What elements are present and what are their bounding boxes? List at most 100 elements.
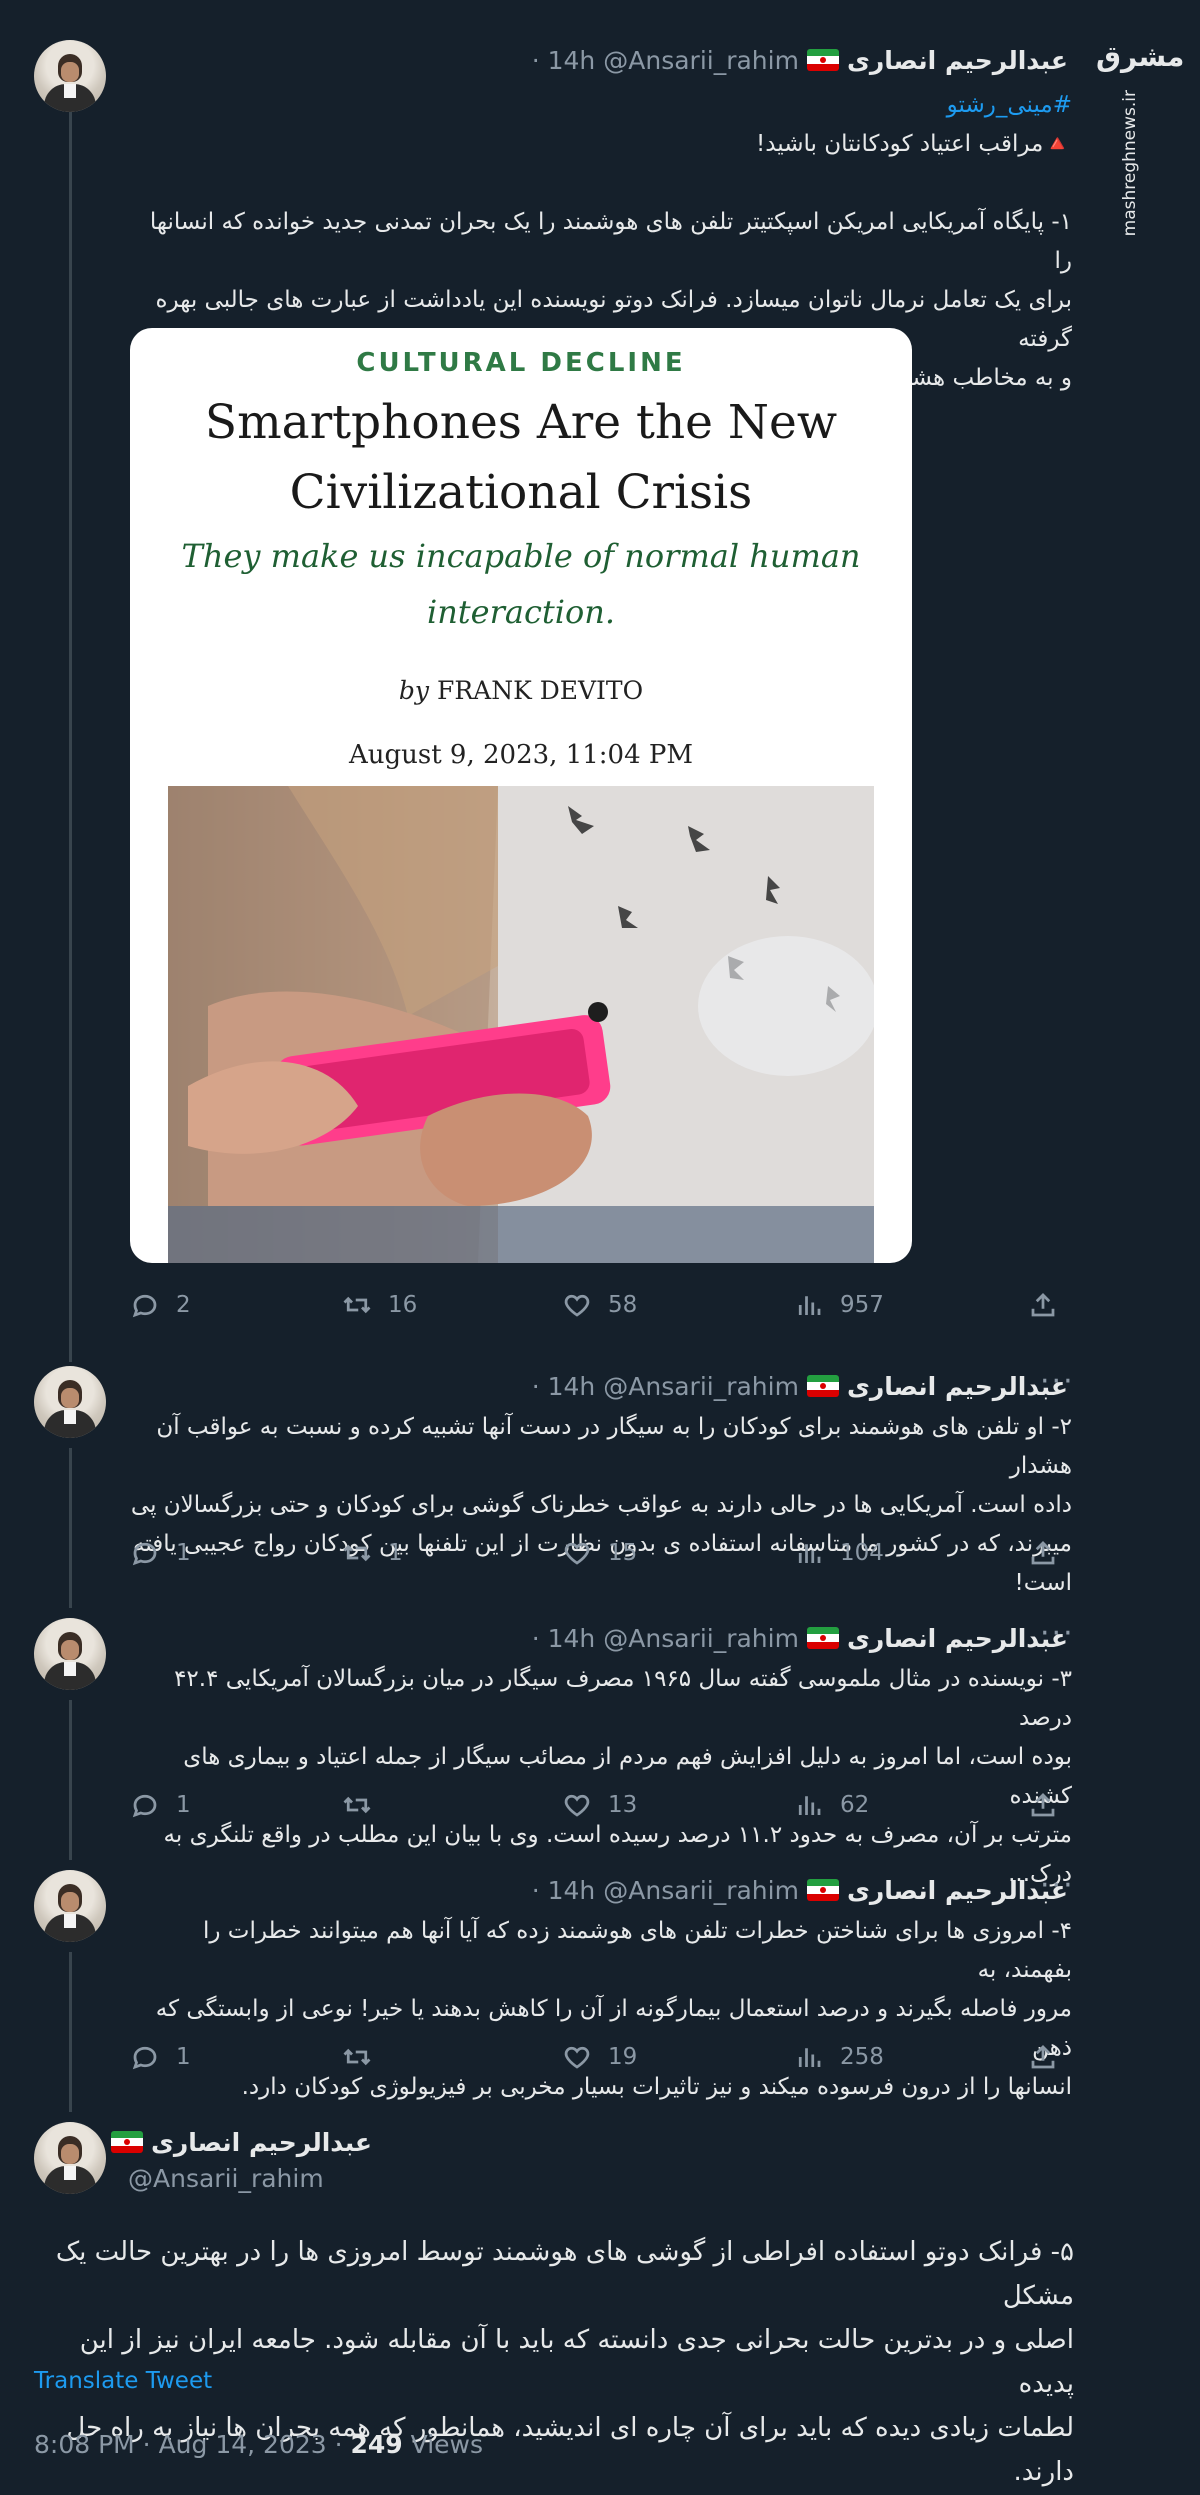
tweet-actions: 1 13 62 <box>130 1790 1070 1830</box>
author-name[interactable]: عبدالرحیم انصاری <box>847 1372 1068 1401</box>
sub-line-1: They make us incapable of normal human <box>181 537 861 575</box>
like-button[interactable]: 19 <box>562 2042 637 2072</box>
views-button[interactable]: 104 <box>794 1538 884 1568</box>
hashtag-link[interactable]: #مینی_رشتو <box>947 92 1072 118</box>
retweet-button[interactable] <box>342 2042 388 2072</box>
article-photo <box>168 786 874 1263</box>
tweet-header: عبدالرحیم انصاری @Ansarii_rahim · 14h <box>532 42 1068 78</box>
share-icon <box>1031 1541 1055 1565</box>
author-handle[interactable]: @Ansarii_rahim <box>603 1876 799 1905</box>
tweet-time[interactable]: · 14h <box>532 46 596 75</box>
share-icon <box>1031 2045 1055 2069</box>
author-handle[interactable]: @Ansarii_rahim <box>128 2164 324 2193</box>
author-name[interactable]: عبدالرحیم انصاری <box>847 1624 1068 1653</box>
views-count: 62 <box>840 1792 870 1818</box>
like-button[interactable]: 58 <box>562 1290 637 1320</box>
views-button[interactable]: 62 <box>794 1790 869 1820</box>
like-icon <box>564 1794 590 1817</box>
views-label: Views <box>402 2430 484 2459</box>
author-name[interactable]: عبدالرحیم انصاری <box>847 46 1068 75</box>
like-count: 58 <box>608 1292 638 1318</box>
like-button[interactable]: 13 <box>562 1790 637 1820</box>
reply-count: 2 <box>176 1292 191 1318</box>
like-icon <box>564 1542 590 1565</box>
tweet-text: ۳- نویسنده در مثال ملموسی گفته سال ۱۹۶۵ … <box>163 1666 1072 1887</box>
tweet-header: عبدالرحیم انصاری @Ansarii_rahim · 14h <box>532 1368 1068 1404</box>
card-byline: by FRANK DEVITO <box>130 676 912 705</box>
tweet-actions: 1 19 258 <box>130 2042 1070 2082</box>
avatar[interactable] <box>34 2122 106 2194</box>
author-name[interactable]: عبدالرحیم انصاری <box>847 1876 1068 1905</box>
iran-flag-icon <box>806 1375 839 1397</box>
retweet-button[interactable] <box>342 1790 388 1820</box>
avatar[interactable] <box>34 40 106 112</box>
byline-author: FRANK DEVITO <box>436 676 644 705</box>
reply-icon <box>132 1542 157 1566</box>
thread-line <box>69 1700 72 1860</box>
photo-illustration <box>168 786 874 1263</box>
headline-line-1: Smartphones Are the New <box>204 395 838 450</box>
iran-flag-icon <box>806 1879 839 1901</box>
retweet-button[interactable]: 1 <box>342 1538 403 1568</box>
like-count: 13 <box>608 1792 638 1818</box>
tweet-actions: 2 16 58 957 <box>130 1290 1070 1330</box>
views-count: 957 <box>840 1292 884 1318</box>
retweet-icon <box>343 1296 371 1314</box>
author-handle[interactable]: @Ansarii_rahim <box>603 1624 799 1653</box>
author-handle[interactable]: @Ansarii_rahim <box>603 46 799 75</box>
reply-button[interactable]: 2 <box>130 1290 191 1320</box>
views-icon <box>798 1544 821 1563</box>
retweet-count: 16 <box>388 1292 418 1318</box>
retweet-icon <box>343 1796 371 1814</box>
share-button[interactable] <box>1028 1290 1058 1320</box>
retweet-count: 1 <box>388 1540 403 1566</box>
tweet-header: عبدالرحیم انصاری @Ansarii_rahim · 14h <box>532 1620 1068 1656</box>
reply-button[interactable]: 1 <box>130 1790 191 1820</box>
reply-count: 1 <box>176 1540 191 1566</box>
share-button[interactable] <box>1028 2042 1058 2072</box>
share-button[interactable] <box>1028 1790 1058 1820</box>
like-count: 19 <box>608 2044 638 2070</box>
translate-tweet-link[interactable]: Translate Tweet <box>34 2368 212 2394</box>
avatar[interactable] <box>34 1618 106 1690</box>
iran-flag-icon <box>806 1627 839 1649</box>
card-date: August 9, 2023, 11:04 PM <box>348 740 694 770</box>
author-name[interactable]: عبدالرحیم انصاری <box>151 2128 372 2157</box>
share-icon <box>1031 1293 1055 1317</box>
share-button[interactable] <box>1028 1538 1058 1568</box>
views-button[interactable]: 957 <box>794 1290 884 1320</box>
views-icon <box>798 1296 821 1315</box>
watermark-logo: مشرق <box>1096 40 1185 73</box>
sub-line-2: interaction. <box>426 593 616 631</box>
views-total: 249 <box>350 2430 403 2459</box>
views-button[interactable]: 258 <box>794 2042 884 2072</box>
like-icon <box>564 1294 590 1317</box>
avatar[interactable] <box>34 1870 106 1942</box>
tweet-time[interactable]: · 14h <box>532 1372 596 1401</box>
author-handle[interactable]: @Ansarii_rahim <box>603 1372 799 1401</box>
retweet-icon <box>343 2048 371 2066</box>
tweet-timestamp[interactable]: 8:08 PM · Aug 14, 2023 · 249 Views <box>34 2430 483 2459</box>
reply-icon <box>132 1294 157 1318</box>
avatar[interactable] <box>34 1366 106 1438</box>
views-count: 258 <box>840 2044 884 2070</box>
reply-button[interactable]: 1 <box>130 2042 191 2072</box>
article-card[interactable]: CULTURAL DECLINE Smartphones Are the New… <box>130 328 912 1263</box>
thread-line <box>69 1952 72 2112</box>
retweet-icon <box>343 1544 371 1562</box>
reply-count: 1 <box>176 1792 191 1818</box>
tweet-header: عبدالرحیم انصاری <box>110 2124 372 2160</box>
reply-icon <box>132 2046 157 2070</box>
watermark-url: mashreghnews.ir <box>1120 90 1140 237</box>
reply-button[interactable]: 1 <box>130 1538 191 1568</box>
timestamp-text: 8:08 PM · Aug 14, 2023 · <box>34 2430 351 2459</box>
retweet-button[interactable]: 16 <box>342 1290 417 1320</box>
reply-count: 1 <box>176 2044 191 2070</box>
tweet-time[interactable]: · 14h <box>532 1876 596 1905</box>
tweet-time[interactable]: · 14h <box>532 1624 596 1653</box>
card-kicker: CULTURAL DECLINE <box>356 348 686 378</box>
card-headline: Smartphones Are the New Civilizational Cr… <box>130 388 912 528</box>
iran-flag-icon <box>806 49 839 71</box>
views-icon <box>798 2048 821 2067</box>
like-button[interactable]: 15 <box>562 1538 637 1568</box>
